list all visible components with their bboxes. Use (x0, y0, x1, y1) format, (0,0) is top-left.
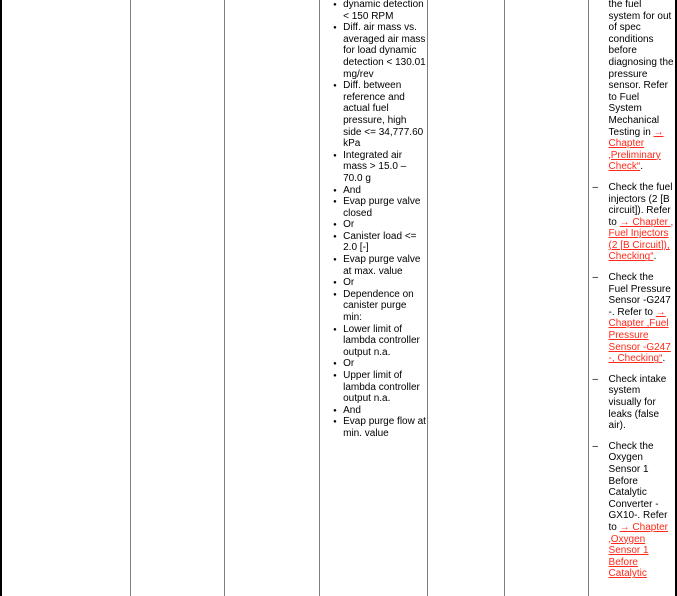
checks-intro: the fuel system for out of spec conditio… (589, 0, 675, 173)
list-item: Evap purge valve at max. value (320, 254, 427, 277)
list-item: dynamic detection < 150 RPM (320, 0, 427, 22)
list-item: And (320, 185, 427, 198)
list-item: Check the Oxygen Sensor 1 Before Catalyt… (589, 441, 675, 580)
table-column-2 (131, 0, 225, 596)
list-item: Or (320, 358, 427, 371)
list-item: Or (320, 219, 427, 232)
table-column-1 (2, 0, 132, 596)
checks-cell: the fuel system for out of spec conditio… (589, 0, 675, 580)
table-column-6 (505, 0, 589, 596)
diagnosis-table: dynamic detection < 150 RPM Diff. air ma… (0, 0, 677, 596)
check-text-suffix: . (662, 353, 666, 365)
list-item: Upper limit of lambda controller output … (320, 370, 427, 405)
list-item: Diff. between reference and actual fuel … (320, 80, 427, 150)
list-item: Dependence on canister purge min: (320, 289, 427, 324)
check-text-suffix: . (653, 251, 657, 263)
checks-list: Check the fuel injectors (2 [B circuit])… (589, 182, 675, 580)
checks-intro-text: the fuel system for out of spec conditio… (608, 0, 674, 138)
conditions-list: dynamic detection < 150 RPM Diff. air ma… (320, 0, 427, 440)
list-item: Diff. air mass vs. averaged air mass for… (320, 22, 427, 80)
list-item: Check the Fuel Pressure Sensor -G247 -. … (589, 272, 675, 365)
checks-intro-suffix: . (640, 161, 643, 173)
list-item: Lower limit of lambda controller output … (320, 324, 427, 359)
table-column-5 (428, 0, 506, 596)
list-item: Or (320, 277, 427, 290)
list-item: Canister load <= 2.0 [-] (320, 231, 427, 254)
list-item: Check the fuel injectors (2 [B circuit])… (589, 182, 675, 263)
check-text: Check intake system visually for leaks (… (608, 373, 667, 432)
table-column-conditions: dynamic detection < 150 RPM Diff. air ma… (320, 0, 429, 596)
list-item: And (320, 405, 427, 418)
list-item: Integrated air mass > 15.0 – 70.0 g (320, 150, 427, 185)
list-item: Evap purge valve closed (320, 196, 427, 219)
table-column-3 (225, 0, 321, 596)
table-column-checks: the fuel system for out of spec conditio… (589, 0, 675, 596)
list-item: Evap purge flow at min. value (320, 416, 427, 439)
conditions-cell: dynamic detection < 150 RPM Diff. air ma… (320, 0, 427, 440)
check-text: Check the Oxygen Sensor 1 Before Catalyt… (608, 440, 668, 533)
list-item: Check intake system visually for leaks (… (589, 374, 675, 432)
